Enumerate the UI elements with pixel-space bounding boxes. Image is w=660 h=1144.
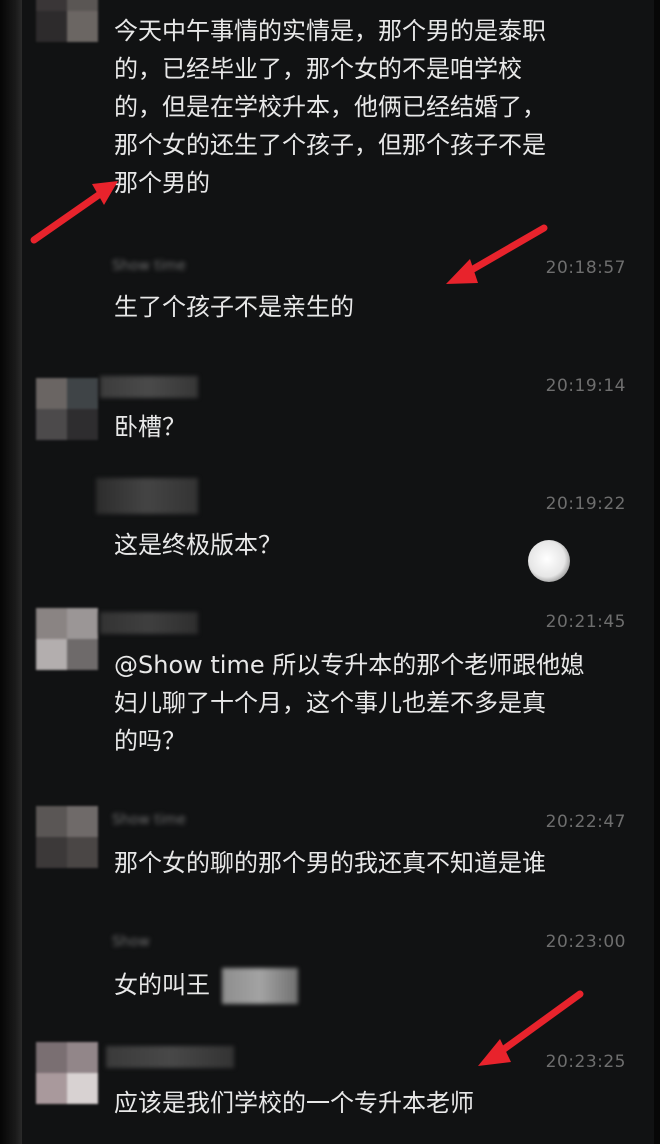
arrow-annotation-icon	[446, 224, 548, 284]
arrow-annotation-icon	[478, 990, 584, 1066]
arrow-annotations	[30, 181, 584, 1066]
arrow-annotation-icon	[30, 181, 118, 244]
